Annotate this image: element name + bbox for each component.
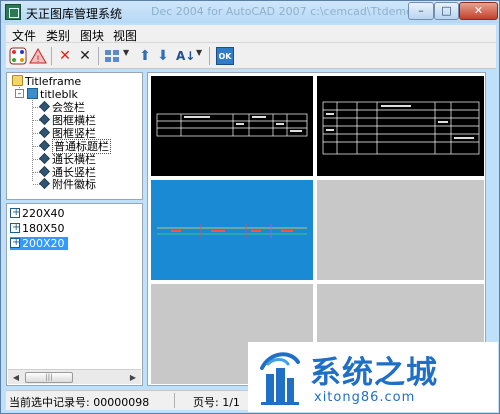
arrow-up-icon[interactable]: ⬆ [136,47,154,65]
tree-child-label: titleblk [40,88,78,101]
sort-icon[interactable]: A↓ [176,47,195,65]
tree-root-label: Titleframe [25,75,82,88]
sort-dropdown-icon[interactable]: ▼ [196,48,202,57]
tree-node-titleblk[interactable]: titleblk [27,88,78,101]
title-block-thumbnail [156,113,308,137]
list-item[interactable]: 220X40 [10,206,68,220]
folder-icon [12,75,23,86]
tree-item[interactable]: 图框横栏 [39,114,96,127]
tree-item[interactable]: 通长横栏 [39,153,96,166]
toolbar-separator [51,47,52,65]
minimize-icon: – [418,4,424,17]
layout-dropdown-icon[interactable]: ▼ [123,48,129,57]
scroll-left-icon[interactable]: ◀ [9,371,23,384]
status-separator [174,393,175,408]
svg-text:!: ! [36,55,40,65]
toolbar-separator [98,47,99,65]
preview-grid [147,72,486,386]
tree-node-root[interactable]: Titleframe [12,75,82,88]
block-list[interactable]: 220X40 180X50 200X20 ◀ ||| ▶ [6,203,143,386]
block-icon [10,206,20,219]
list-item-label: 200X20 [22,237,65,250]
tree-item-label: 图框横栏 [52,114,96,127]
menu-bar: 文件 类别 图块 视图 [6,25,496,43]
preview-cell[interactable] [151,76,313,176]
block-group-icon [27,88,38,99]
menu-category[interactable]: 类别 [46,27,70,44]
title-block-thumbnail [322,101,480,155]
tree-connector [32,97,33,181]
preview-cell-selected[interactable] [151,180,313,280]
category-tree[interactable]: Titleframe – titleblk 会签栏 图框横栏 图框竖栏 普通标题… [6,72,143,200]
title-block-thumbnail [157,224,307,238]
warning-icon[interactable]: ! [29,47,47,65]
menu-block[interactable]: 图块 [80,27,104,44]
tree-item-label: 附件徽标 [52,178,96,191]
tree-item-label: 会签栏 [52,101,85,114]
preview-cell-empty[interactable] [317,180,484,280]
block-icon [39,127,50,138]
delete-red-icon[interactable]: ✕ [56,47,74,65]
block-icon [39,178,50,189]
block-icon [39,114,50,125]
arrow-down-icon[interactable]: ⬇ [154,47,172,65]
collapse-icon[interactable]: – [15,89,24,98]
tree-item[interactable]: 图框竖栏 [39,127,96,140]
record-number-text: 当前选中记录号: 00000098 [9,396,150,409]
ok-icon[interactable]: OK [216,47,234,65]
app-icon [5,4,21,20]
tree-item-selected[interactable]: 普通标题栏 [39,139,111,154]
block-icon [39,153,50,164]
delete-icon[interactable]: ✕ [76,47,94,65]
close-button[interactable]: ✕ [459,2,498,20]
tree-item[interactable]: 会签栏 [39,101,85,114]
block-icon [39,166,50,177]
list-item-selected[interactable]: 200X20 [10,236,68,250]
watermark-title: 系统之城 [310,355,438,391]
block-icon [39,101,50,112]
background-window-title: Dec 2004 for AutoCAD 2007 c:\cemcad\Ttde… [151,5,427,18]
menu-view[interactable]: 视图 [113,27,137,44]
maximize-button[interactable]: □ [434,2,459,20]
window-title: 天正图库管理系统 [26,7,123,21]
block-icon [10,221,20,234]
maximize-icon: □ [441,4,452,17]
preview-cell[interactable] [317,76,484,176]
tree-item[interactable]: 附件徽标 [39,178,96,191]
title-bar[interactable]: 天正图库管理系统 Dec 2004 for AutoCAD 2007 c:\ce… [1,1,499,23]
watermark-url: xitong86.com [314,390,416,405]
tree-item-label: 普通标题栏 [52,139,111,154]
tree-item[interactable]: 通长竖栏 [39,166,96,179]
tree-item-label: 通长横栏 [52,153,96,166]
toolbar: ! ✕ ✕ ▼ ⬆ ⬇ A↓ ▼ OK [6,43,496,69]
list-item[interactable]: 180X50 [10,221,68,235]
city-logo-icon [260,352,300,405]
layout-icon[interactable] [103,47,121,65]
close-icon: ✕ [473,4,484,17]
list-item-label: 180X50 [22,222,65,235]
page-number-text: 页号: 1/1 [193,396,240,409]
scroll-right-icon[interactable]: ▶ [126,371,140,384]
toolbar-separator [209,47,210,65]
watermark: 系统之城 xitong86.com [248,342,498,412]
minimize-button[interactable]: – [408,2,434,20]
scroll-thumb[interactable]: ||| [25,372,73,383]
block-icon [39,140,50,151]
list-item-label: 220X40 [22,207,65,220]
horizontal-scrollbar[interactable]: ◀ ||| ▶ [8,369,141,384]
block-icon [10,236,20,249]
menu-file[interactable]: 文件 [12,27,36,44]
new-category-icon[interactable] [9,47,27,65]
